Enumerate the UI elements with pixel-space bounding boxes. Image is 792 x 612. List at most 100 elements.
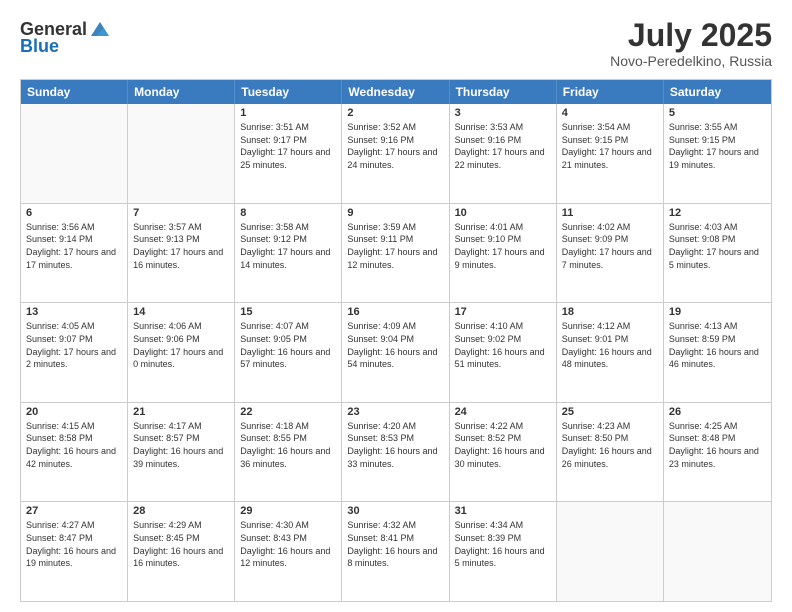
day-info: Sunrise: 4:30 AM Sunset: 8:43 PM Dayligh… [240,519,336,569]
day-number: 15 [240,306,336,318]
calendar-header-wednesday: Wednesday [342,80,449,104]
day-number: 28 [133,505,229,517]
calendar-cell-7: 7Sunrise: 3:57 AM Sunset: 9:13 PM Daylig… [128,204,235,303]
calendar-week-5: 27 Sunrise: 4:27 AM Sunset: 8:47 PM Dayli… [21,501,771,601]
calendar-header-saturday: Saturday [664,80,771,104]
day-info: Sunrise: 4:09 AM Sunset: 9:04 PM Dayligh… [347,320,443,370]
day-number: 23 [347,406,443,418]
logo: General Blue [20,18,111,57]
day-info: Sunrise: 3:59 AM Sunset: 9:11 PM Dayligh… [347,221,443,271]
calendar-cell-10: 10Sunrise: 4:01 AM Sunset: 9:10 PM Dayli… [450,204,557,303]
calendar-cell-16: 16Sunrise: 4:09 AM Sunset: 9:04 PM Dayli… [342,303,449,402]
day-info: Sunrise: 4:06 AM Sunset: 9:06 PM Dayligh… [133,320,229,370]
day-number: 29 [240,505,336,517]
day-info: Sunrise: 4:02 AM Sunset: 9:09 PM Dayligh… [562,221,658,271]
day-number: 13 [26,306,122,318]
calendar-header-monday: Monday [128,80,235,104]
day-number: 8 [240,207,336,219]
day-info: Sunrise: 4:10 AM Sunset: 9:02 PM Dayligh… [455,320,551,370]
day-number: 19 [669,306,766,318]
calendar-header-tuesday: Tuesday [235,80,342,104]
calendar-cell-9: 9 Sunrise: 3:59 AM Sunset: 9:11 PM Daylig… [342,204,449,303]
day-number: 4 [562,107,658,119]
calendar-cell-17: 17 Sunrise: 4:10 AM Sunset: 9:02 PM Dayli… [450,303,557,402]
calendar-cell-28: 28Sunrise: 4:29 AM Sunset: 8:45 PM Dayli… [128,502,235,601]
location-subtitle: Novo-Peredelkino, Russia [610,53,772,69]
day-number: 31 [455,505,551,517]
calendar-cell-4: 4Sunrise: 3:54 AM Sunset: 9:15 PM Daylig… [557,104,664,203]
calendar-cell-30: 30Sunrise: 4:32 AM Sunset: 8:41 PM Dayli… [342,502,449,601]
calendar-cell-empty-6 [664,502,771,601]
day-info: Sunrise: 3:52 AM Sunset: 9:16 PM Dayligh… [347,121,443,171]
calendar-week-2: 6 Sunrise: 3:56 AM Sunset: 9:14 PM Daylig… [21,203,771,303]
day-number: 12 [669,207,766,219]
day-number: 22 [240,406,336,418]
calendar-cell-11: 11 Sunrise: 4:02 AM Sunset: 9:09 PM Dayli… [557,204,664,303]
day-number: 1 [240,107,336,119]
day-number: 7 [133,207,229,219]
calendar-cell-31: 31 Sunrise: 4:34 AM Sunset: 8:39 PM Dayli… [450,502,557,601]
day-info: Sunrise: 4:15 AM Sunset: 8:58 PM Dayligh… [26,420,122,470]
day-number: 26 [669,406,766,418]
calendar-header-thursday: Thursday [450,80,557,104]
calendar-week-3: 13 Sunrise: 4:05 AM Sunset: 9:07 PM Dayli… [21,302,771,402]
day-info: Sunrise: 4:12 AM Sunset: 9:01 PM Dayligh… [562,320,658,370]
calendar-cell-19: 19Sunrise: 4:13 AM Sunset: 8:59 PM Dayli… [664,303,771,402]
day-number: 11 [562,207,658,219]
day-info: Sunrise: 3:56 AM Sunset: 9:14 PM Dayligh… [26,221,122,271]
calendar-body: 1 Sunrise: 3:51 AM Sunset: 9:17 PM Daylig… [21,104,771,601]
day-info: Sunrise: 3:58 AM Sunset: 9:12 PM Dayligh… [240,221,336,271]
day-info: Sunrise: 4:23 AM Sunset: 8:50 PM Dayligh… [562,420,658,470]
calendar-cell-13: 13 Sunrise: 4:05 AM Sunset: 9:07 PM Dayli… [21,303,128,402]
calendar-cell-2: 2 Sunrise: 3:52 AM Sunset: 9:16 PM Daylig… [342,104,449,203]
calendar-cell-6: 6 Sunrise: 3:56 AM Sunset: 9:14 PM Daylig… [21,204,128,303]
calendar-header-friday: Friday [557,80,664,104]
day-number: 3 [455,107,551,119]
day-number: 10 [455,207,551,219]
calendar: SundayMondayTuesdayWednesdayThursdayFrid… [20,79,772,602]
day-info: Sunrise: 4:07 AM Sunset: 9:05 PM Dayligh… [240,320,336,370]
header: General Blue July 2025 Novo-Peredelkino,… [20,18,772,69]
day-number: 14 [133,306,229,318]
day-number: 20 [26,406,122,418]
day-number: 25 [562,406,658,418]
calendar-cell-15: 15 Sunrise: 4:07 AM Sunset: 9:05 PM Dayli… [235,303,342,402]
month-year-title: July 2025 [610,18,772,53]
calendar-cell-24: 24 Sunrise: 4:22 AM Sunset: 8:52 PM Dayli… [450,403,557,502]
day-number: 9 [347,207,443,219]
day-number: 6 [26,207,122,219]
calendar-header-row: SundayMondayTuesdayWednesdayThursdayFrid… [21,80,771,104]
day-info: Sunrise: 4:22 AM Sunset: 8:52 PM Dayligh… [455,420,551,470]
day-number: 2 [347,107,443,119]
day-info: Sunrise: 4:03 AM Sunset: 9:08 PM Dayligh… [669,221,766,271]
day-info: Sunrise: 4:34 AM Sunset: 8:39 PM Dayligh… [455,519,551,569]
day-number: 27 [26,505,122,517]
day-number: 18 [562,306,658,318]
calendar-cell-22: 22 Sunrise: 4:18 AM Sunset: 8:55 PM Dayli… [235,403,342,502]
calendar-cell-18: 18 Sunrise: 4:12 AM Sunset: 9:01 PM Dayli… [557,303,664,402]
day-info: Sunrise: 4:27 AM Sunset: 8:47 PM Dayligh… [26,519,122,569]
calendar-cell-empty-0 [21,104,128,203]
logo-icon [89,18,111,40]
day-info: Sunrise: 4:05 AM Sunset: 9:07 PM Dayligh… [26,320,122,370]
calendar-cell-5: 5Sunrise: 3:55 AM Sunset: 9:15 PM Daylig… [664,104,771,203]
calendar-cell-29: 29 Sunrise: 4:30 AM Sunset: 8:43 PM Dayli… [235,502,342,601]
day-number: 17 [455,306,551,318]
calendar-cell-3: 3 Sunrise: 3:53 AM Sunset: 9:16 PM Daylig… [450,104,557,203]
calendar-header-sunday: Sunday [21,80,128,104]
calendar-cell-12: 12 Sunrise: 4:03 AM Sunset: 9:08 PM Dayli… [664,204,771,303]
calendar-cell-27: 27 Sunrise: 4:27 AM Sunset: 8:47 PM Dayli… [21,502,128,601]
day-info: Sunrise: 3:53 AM Sunset: 9:16 PM Dayligh… [455,121,551,171]
title-block: July 2025 Novo-Peredelkino, Russia [610,18,772,69]
logo-blue-text: Blue [20,36,59,57]
day-number: 24 [455,406,551,418]
day-info: Sunrise: 4:20 AM Sunset: 8:53 PM Dayligh… [347,420,443,470]
calendar-cell-1: 1 Sunrise: 3:51 AM Sunset: 9:17 PM Daylig… [235,104,342,203]
day-info: Sunrise: 3:51 AM Sunset: 9:17 PM Dayligh… [240,121,336,171]
day-info: Sunrise: 4:25 AM Sunset: 8:48 PM Dayligh… [669,420,766,470]
day-number: 21 [133,406,229,418]
day-info: Sunrise: 4:18 AM Sunset: 8:55 PM Dayligh… [240,420,336,470]
day-number: 30 [347,505,443,517]
calendar-cell-20: 20 Sunrise: 4:15 AM Sunset: 8:58 PM Dayli… [21,403,128,502]
day-info: Sunrise: 4:17 AM Sunset: 8:57 PM Dayligh… [133,420,229,470]
